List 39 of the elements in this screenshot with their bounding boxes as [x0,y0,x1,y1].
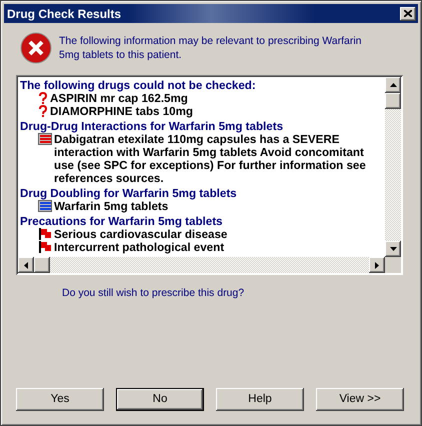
flag-icon [38,228,52,240]
flag-icon [38,241,52,253]
severity-bars-icon [38,133,52,145]
scroll-up-button[interactable] [385,77,401,93]
scroll-left-button[interactable] [18,257,34,273]
close-button[interactable] [400,6,416,20]
question-text: Do you still wish to prescribe this drug? [62,286,246,301]
section-heading: Drug-Drug Interactions for Warfarin 5mg tablets [20,120,284,133]
horizontal-scrollbar[interactable] [18,257,385,273]
message-text: The following information may be relevant to prescribing Warfarin 5mg tablets to this patient. [59,34,362,63]
scroll-thumb[interactable] [385,93,401,109]
result-item: Intercurrent pathological event [54,241,224,254]
left-arrow-icon [24,262,28,268]
scrollbar-corner [385,257,401,273]
dialog-button[interactable]: View >> [316,388,404,411]
section-heading: Precautions for Warfarin 5mg tablets [20,215,224,228]
dialog-button[interactable]: Help [216,388,304,411]
right-arrow-icon [375,262,379,268]
down-arrow-icon [390,247,396,251]
result-item: ASPIRIN mr cap 162.5mg [50,92,188,105]
window-title: Drug Check Results [7,6,122,22]
result-item: Warfarin 5mg tablets [54,200,168,213]
result-item: DIAMORPHINE tabs 10mg [50,105,194,118]
error-icon [20,32,52,64]
question-mark-icon [38,92,48,104]
dialog-button[interactable]: No [116,388,204,411]
scroll-down-button[interactable] [385,241,401,257]
up-arrow-icon [390,83,396,87]
result-item: Dabigatran etexilate 110mg capsules has a SEVERE interaction with Warfarin 5mg tablets Avoid concomitant use (see SPC for exceptions) For further information see references sources. [54,133,367,185]
question-mark-icon [38,105,48,117]
section-heading: Drug Doubling for Warfarin 5mg tablets [20,187,238,200]
stacked-bars-icon [38,200,52,212]
scroll-right-button[interactable] [369,257,385,273]
scroll-thumb[interactable] [34,257,50,273]
section-heading: The following drugs could not be checked: [20,79,257,92]
vertical-scrollbar[interactable] [385,77,401,257]
result-item: Serious cardiovascular disease [54,228,228,241]
dialog-button[interactable]: Yes [16,388,104,411]
close-icon [404,10,412,17]
